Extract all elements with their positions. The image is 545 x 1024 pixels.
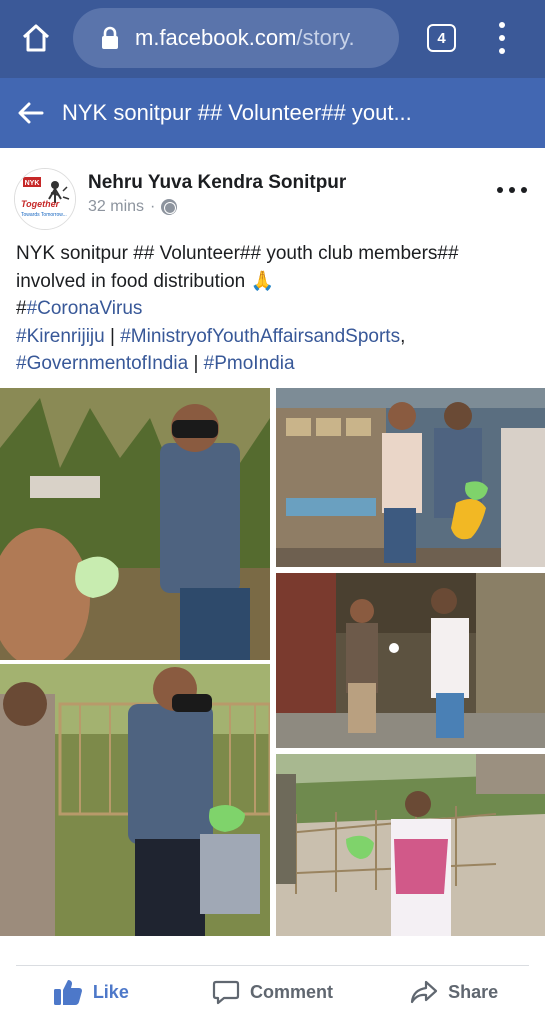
thumbs-up-icon (53, 980, 82, 1005)
browser-toolbar: m.facebook.com/story. 4 (0, 0, 545, 78)
like-label: Like (92, 981, 129, 1002)
back-arrow-icon[interactable] (0, 78, 62, 148)
share-button[interactable]: Share (363, 966, 545, 1018)
url-path: /story. (296, 25, 355, 50)
comment-label: Comment (250, 981, 334, 1002)
author-name[interactable]: Nehru Yuva Kendra Sonitpur (88, 172, 346, 194)
post-text-line: NYK sonitpur ## Volunteer## youth club m… (16, 243, 459, 264)
avatar[interactable]: NYK Together Towards Tomorrow... (14, 168, 76, 230)
post-text-line: involved in food distribution 🙏 (16, 268, 531, 296)
address-bar[interactable]: m.facebook.com/story. (73, 8, 399, 68)
page-title: NYK sonitpur ## Volunteer## yout... (62, 100, 412, 125)
post-text: NYK sonitpur ## Volunteer## youth club m… (16, 240, 531, 378)
share-label: Share (448, 981, 499, 1002)
photo-grid (0, 388, 545, 936)
pipe-separator: | (104, 325, 121, 347)
post-text-fragment: involved in food distribution (16, 270, 246, 292)
svg-text:NYK: NYK (25, 180, 40, 187)
tab-switcher-button[interactable]: 4 (427, 24, 456, 52)
hashtag-ministry[interactable]: #MinistryofYouthAffairsandSports (120, 326, 400, 347)
pipe-separator: | (188, 353, 204, 374)
comma-separator: , (400, 325, 406, 347)
hashtag-coronavirus[interactable]: #CoronaVirus (27, 298, 143, 319)
hashtag-government[interactable]: #GovernmentofIndia (16, 353, 188, 374)
hashtag-line: ##CoronaVirus (16, 295, 531, 323)
like-button[interactable]: Like (0, 966, 182, 1018)
photo-3[interactable] (276, 388, 545, 567)
post-actions: Like Comment Share (0, 966, 545, 1018)
photo-4[interactable] (276, 573, 545, 748)
browser-menu-icon[interactable] (492, 22, 512, 54)
folded-hands-emoji: 🙏 (250, 270, 275, 292)
hashtag-line: #GovernmentofIndia | #PmoIndia (16, 350, 531, 378)
comment-icon (212, 980, 240, 1005)
svg-text:Together: Together (21, 199, 60, 209)
post-header: NYK Together Towards Tomorrow... Nehru Y… (0, 148, 545, 234)
photo-5[interactable] (276, 754, 545, 936)
hashtag-line: #Kirenrijiju | #MinistryofYouthAffairsan… (16, 323, 531, 351)
post-time[interactable]: 32 mins (88, 198, 144, 216)
meta-separator: · (150, 198, 156, 215)
comment-button[interactable]: Comment (182, 966, 364, 1018)
hashtag-kirenrijiju[interactable]: #Kirenrijiju (16, 326, 105, 347)
more-options-icon[interactable] (497, 185, 527, 195)
photo-2[interactable] (0, 664, 270, 936)
post-card: NYK Together Towards Tomorrow... Nehru Y… (0, 148, 545, 1024)
page-header: NYK sonitpur ## Volunteer## yout... (0, 78, 545, 148)
photo-1[interactable] (0, 388, 270, 660)
post-meta: 32 mins · (88, 198, 178, 216)
globe-icon (161, 199, 178, 215)
share-icon (411, 980, 438, 1004)
hash-prefix: # (16, 298, 27, 319)
home-icon[interactable] (18, 20, 54, 56)
url-host: m.facebook.com (135, 25, 297, 50)
hashtag-pmoindia[interactable]: #PmoIndia (204, 353, 295, 374)
svg-text:Towards Tomorrow...: Towards Tomorrow... (21, 212, 67, 218)
lock-icon (99, 24, 121, 52)
